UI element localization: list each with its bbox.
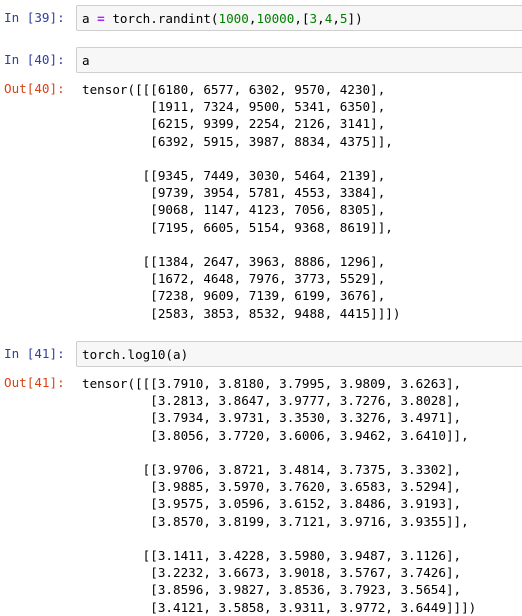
output-prompt: Out[41]: xyxy=(4,375,65,390)
output-text: tensor([[[3.7910, 3.8180, 3.7995, 3.9809… xyxy=(82,376,477,615)
output-prompt: Out[40]: xyxy=(4,81,65,96)
input-prompt: In [40]: xyxy=(4,52,65,67)
code-cell-41: In [41]: torch.log10(a) Out[41]: tensor(… xyxy=(0,340,522,615)
code-input[interactable]: a = torch.randint(1000,10000,[3,4,5]) xyxy=(76,5,522,31)
code-cell-40: In [40]: a Out[40]: tensor([[[6180, 6577… xyxy=(0,46,522,326)
code-text: a = torch.randint(1000,10000,[3,4,5]) xyxy=(82,11,363,26)
code-cell-39: In [39]: a = torch.randint(1000,10000,[3… xyxy=(0,4,522,32)
code-text: a xyxy=(82,53,90,68)
input-prompt: In [39]: xyxy=(4,10,65,25)
code-input[interactable]: torch.log10(a) xyxy=(76,341,522,367)
code-input[interactable]: a xyxy=(76,47,522,73)
output-text: tensor([[[6180, 6577, 6302, 9570, 4230],… xyxy=(82,82,401,321)
code-text: torch.log10(a) xyxy=(82,347,189,362)
input-prompt: In [41]: xyxy=(4,346,65,361)
